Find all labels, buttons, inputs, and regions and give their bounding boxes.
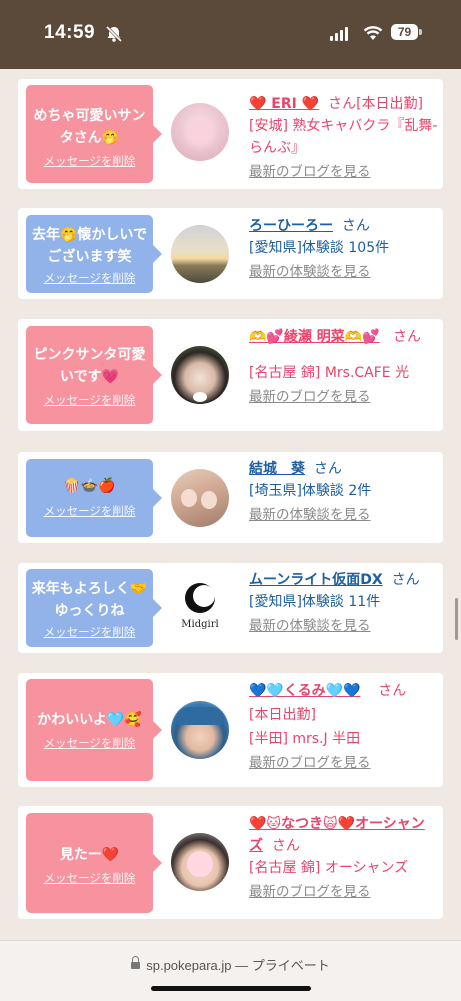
heart-sticker-icon xyxy=(187,851,213,877)
message-text: 見たー❤️ xyxy=(59,847,120,863)
message-text: かわいいよ🩵🥰 xyxy=(37,712,142,728)
battery-tip xyxy=(419,29,422,35)
latest-review-link[interactable]: 最新の体験談を見る xyxy=(249,615,441,637)
profile-name-link[interactable]: ムーンライト仮面DX xyxy=(249,572,383,588)
profile-name-link[interactable]: 💙🩵くるみ🩵💙 xyxy=(249,683,360,699)
profile-info: ❤️🐱なつき🙀❤️オーシャンズ さん [名古屋 錦] オーシャンズ 最新のブログ… xyxy=(249,813,441,903)
url-domain: sp.pokepara.jp xyxy=(146,958,232,973)
shop-info: [名古屋 錦] オーシャンズ xyxy=(249,860,409,876)
shop-info: [名古屋 錦] Mrs.CAFE 光 xyxy=(249,365,410,381)
delete-message-link[interactable]: メッセージを削除 xyxy=(26,870,153,886)
list-item: ピンクサンタ可愛いです💗 メッセージを削除 🫶💕綾瀬 明菜🫶💕 さん [名古屋 … xyxy=(18,319,443,431)
message-text: 🍿🍲🍎 xyxy=(63,478,116,494)
message-bubble: 🍿🍲🍎 メッセージを削除 xyxy=(26,459,162,537)
private-mode-label: — プライベート xyxy=(235,958,330,973)
shop-info: [半田] mrs.J 半田 xyxy=(249,731,361,747)
review-count: [愛知県]体験談 105件 xyxy=(249,240,390,256)
avatar[interactable] xyxy=(171,103,229,161)
avatar-logo-text: Midgirl xyxy=(181,619,219,630)
latest-blog-link[interactable]: 最新のブログを見る xyxy=(249,161,441,183)
message-bubble: ピンクサンタ可愛いです💗 メッセージを削除 xyxy=(26,326,162,424)
cellular-signal-icon xyxy=(330,27,352,41)
honorific: さん xyxy=(391,572,420,588)
bell-muted-icon xyxy=(105,25,123,43)
latest-blog-link[interactable]: 最新のブログを見る xyxy=(249,386,441,408)
honorific: さん xyxy=(341,218,370,234)
avatar[interactable] xyxy=(171,469,229,527)
honorific: さん xyxy=(378,683,407,699)
message-bubble: 去年🤭懐かしいでございます笑 メッセージを削除 xyxy=(26,215,162,293)
list-item: 来年もよろしく🤝ゆっくりね メッセージを削除 Midgirl ムーンライト仮面D… xyxy=(18,563,443,653)
honorific: さん xyxy=(392,329,421,345)
wifi-icon xyxy=(363,26,383,40)
list-item: かわいいよ🩵🥰 メッセージを削除 💙🩵くるみ🩵💙 さん [本日出勤] [半田] … xyxy=(18,673,443,787)
attendance-status: [本日出勤] xyxy=(356,96,424,112)
latest-review-link[interactable]: 最新の体験談を見る xyxy=(249,504,441,526)
status-time: 14:59 xyxy=(44,22,96,43)
profile-name-link[interactable]: 結城 葵 xyxy=(249,461,305,477)
latest-review-link[interactable]: 最新の体験談を見る xyxy=(249,261,441,283)
message-bubble: 見たー❤️ メッセージを削除 xyxy=(26,813,162,913)
message-text: 来年もよろしく🤝ゆっくりね xyxy=(31,581,148,619)
honorific: さん xyxy=(313,461,342,477)
avatar[interactable] xyxy=(171,701,229,759)
lock-icon xyxy=(131,956,141,969)
delete-message-link[interactable]: メッセージを削除 xyxy=(26,735,153,751)
message-text: 去年🤭懐かしいでございます笑 xyxy=(31,227,147,265)
profile-info: ❤️ ERI ❤️ さん[本日出勤] [安城] 熟女キャバクラ『乱舞-らんぶ』 … xyxy=(249,93,441,183)
message-bubble: めちゃ可愛いサンタさん🤭 メッセージを削除 xyxy=(26,85,162,183)
honorific: さん xyxy=(271,838,300,854)
battery-icon: 79 xyxy=(391,24,418,40)
profile-info: 結城 葵 さん [埼玉県]体験談 2件 最新の体験談を見る xyxy=(249,458,441,526)
profile-name-link[interactable]: 🫶💕綾瀬 明菜🫶💕 xyxy=(249,329,380,345)
review-count: [埼玉県]体験談 2件 xyxy=(249,483,372,499)
profile-info: ムーンライト仮面DX さん [愛知県]体験談 11件 最新の体験談を見る xyxy=(249,569,441,637)
list-item: 去年🤭懐かしいでございます笑 メッセージを削除 ろーひーろー さん [愛知県]体… xyxy=(18,208,443,299)
scrollbar[interactable] xyxy=(455,598,458,640)
profile-info: ろーひーろー さん [愛知県]体験談 105件 最新の体験談を見る xyxy=(249,215,441,283)
home-indicator[interactable] xyxy=(151,986,311,991)
profile-name-link[interactable]: ❤️ ERI ❤️ xyxy=(249,96,319,112)
list-item: めちゃ可愛いサンタさん🤭 メッセージを削除 ❤️ ERI ❤️ さん[本日出勤]… xyxy=(18,79,443,189)
delete-message-link[interactable]: メッセージを削除 xyxy=(26,624,153,640)
shop-info: [安城] 熟女キャバクラ『乱舞-らんぶ』 xyxy=(249,118,438,156)
delete-message-link[interactable]: メッセージを削除 xyxy=(26,270,153,286)
profile-info: 💙🩵くるみ🩵💙 さん [本日出勤] [半田] mrs.J 半田 最新のブログを見… xyxy=(249,680,441,774)
attendance-status: [本日出勤] xyxy=(249,707,316,723)
delete-message-link[interactable]: メッセージを削除 xyxy=(26,392,153,408)
browser-address-bar[interactable]: sp.pokepara.jp — プライベート xyxy=(0,940,461,1001)
message-bubble: 来年もよろしく🤝ゆっくりね メッセージを削除 xyxy=(26,569,162,647)
delete-message-link[interactable]: メッセージを削除 xyxy=(26,503,153,519)
avatar[interactable] xyxy=(171,346,229,404)
review-count: [愛知県]体験談 11件 xyxy=(249,594,381,610)
profile-info: 🫶💕綾瀬 明菜🫶💕 さん [名古屋 錦] Mrs.CAFE 光 最新のブログを見… xyxy=(249,326,441,408)
message-text: ピンクサンタ可愛いです💗 xyxy=(33,347,146,385)
honorific: さん xyxy=(328,96,357,112)
avatar[interactable] xyxy=(171,225,229,283)
url-display[interactable]: sp.pokepara.jp — プライベート xyxy=(0,955,461,974)
profile-name-link[interactable]: ろーひーろー xyxy=(249,218,333,234)
avatar[interactable]: Midgirl xyxy=(171,579,229,637)
message-text: めちゃ可愛いサンタさん🤭 xyxy=(33,108,146,146)
list-item: 見たー❤️ メッセージを削除 ❤️🐱なつき🙀❤️オーシャンズ さん [名古屋 錦… xyxy=(18,806,443,919)
status-bar: 14:59 79 xyxy=(0,0,461,69)
latest-blog-link[interactable]: 最新のブログを見る xyxy=(249,752,441,774)
latest-blog-link[interactable]: 最新のブログを見る xyxy=(249,881,441,903)
list-item: 🍿🍲🍎 メッセージを削除 結城 葵 さん [埼玉県]体験談 2件 最新の体験談を… xyxy=(18,452,443,543)
delete-message-link[interactable]: メッセージを削除 xyxy=(26,153,153,169)
message-bubble: かわいいよ🩵🥰 メッセージを削除 xyxy=(26,679,162,781)
avatar[interactable] xyxy=(171,833,229,891)
